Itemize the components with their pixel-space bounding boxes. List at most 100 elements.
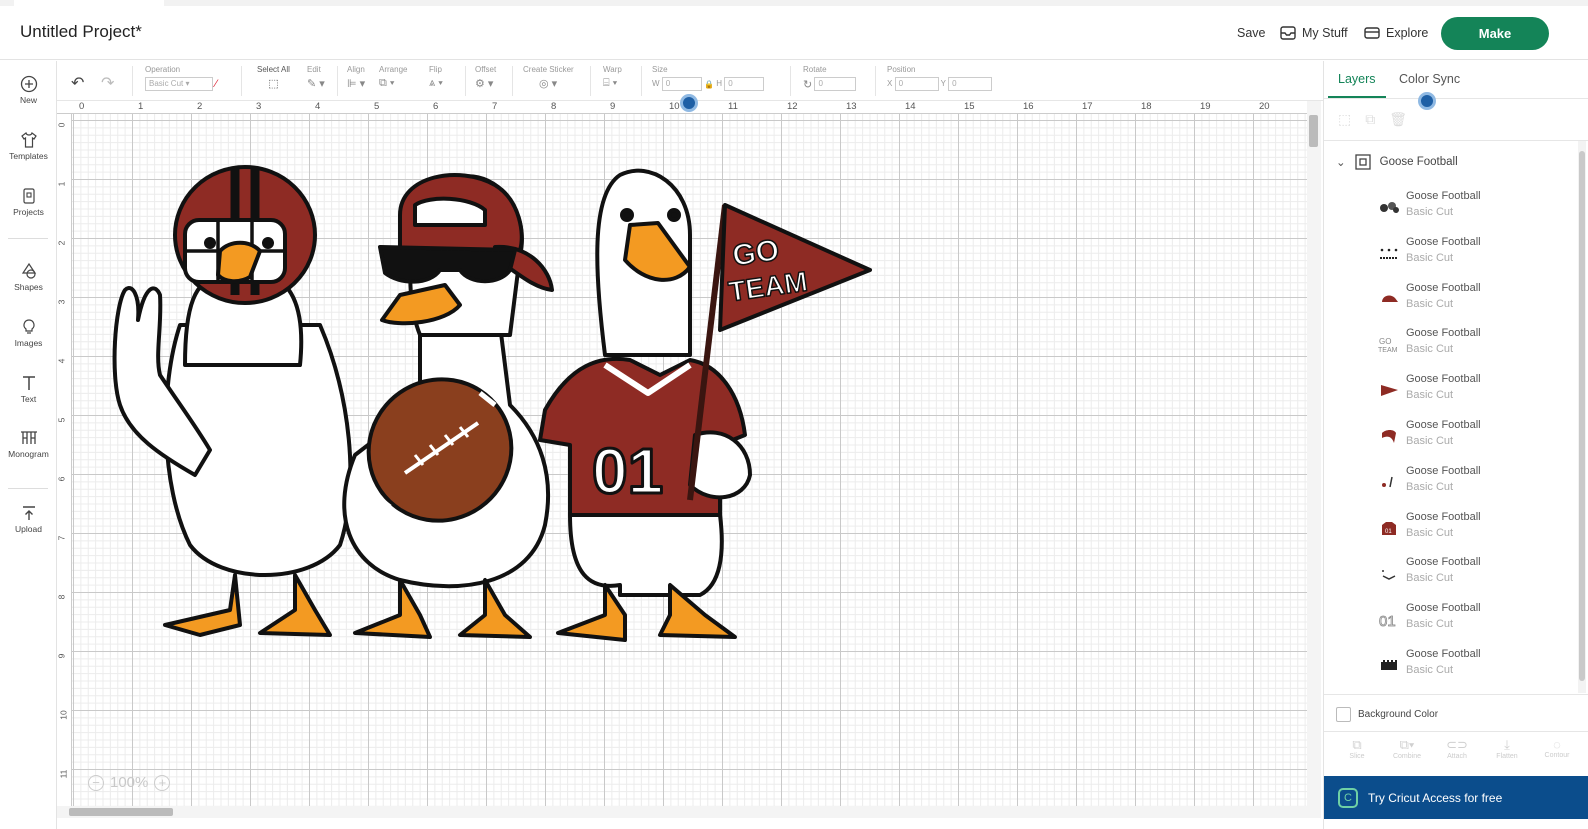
- width-input[interactable]: 0: [661, 77, 702, 91]
- layer-thumbnail: [1382, 430, 1396, 443]
- zoom-control: − 100% +: [88, 774, 171, 791]
- sidebar-item-text[interactable]: Text: [0, 374, 57, 404]
- lock-icon[interactable]: 🔒: [704, 80, 714, 89]
- sidebar-label-shapes: Shapes: [14, 282, 43, 292]
- explore-icon: [1364, 27, 1380, 39]
- contour-label: Contour: [1544, 752, 1570, 759]
- attach-button[interactable]: ⊂⊃ Attach: [1435, 737, 1479, 760]
- layer-thumbnail: 01: [1382, 521, 1396, 535]
- cricut-access-icon: C: [1338, 787, 1358, 808]
- layer-item[interactable]: Goose Football Basic Cut: [1378, 465, 1578, 505]
- layer-item[interactable]: 01 Goose Football Basic Cut: [1378, 602, 1578, 642]
- goose-sunglasses[interactable]: [341, 173, 554, 639]
- ruler-top-tick: 13: [846, 101, 857, 112]
- group-icon[interactable]: ⬚: [1338, 111, 1351, 128]
- operation-select[interactable]: Basic Cut ▾: [145, 77, 213, 91]
- toolbar-divider: [465, 66, 466, 96]
- goose-helmet[interactable]: [112, 165, 353, 637]
- layer-item[interactable]: 01 Goose Football Basic Cut: [1378, 511, 1578, 551]
- sidebar-label-upload: Upload: [15, 524, 42, 534]
- layer-group-row[interactable]: ⌄ Goose Football: [1336, 153, 1458, 171]
- edit-group[interactable]: Edit ✎ ▾: [307, 65, 325, 90]
- layer-operation: Basic Cut: [1406, 297, 1454, 310]
- svg-text:01: 01: [1379, 613, 1396, 630]
- offset-label: Offset: [475, 65, 497, 74]
- offset-group[interactable]: Offset ⚙ ▾: [475, 65, 496, 90]
- panel-scroll-thumb[interactable]: [1579, 151, 1585, 681]
- tab-color-sync[interactable]: Color Sync: [1399, 72, 1460, 86]
- select-all-group[interactable]: Select All ⬚: [257, 65, 290, 90]
- zoom-in-button[interactable]: +: [154, 774, 171, 791]
- tab-layers[interactable]: Layers: [1338, 72, 1376, 86]
- delete-icon[interactable]: 🗑: [1389, 111, 1407, 128]
- cricut-access-banner[interactable]: C Try Cricut Access for free: [1324, 776, 1588, 819]
- sidebar-item-shapes[interactable]: Shapes: [0, 262, 57, 292]
- layer-item[interactable]: Goose Football Basic Cut: [1378, 556, 1578, 596]
- layer-operation: Basic Cut: [1406, 618, 1454, 631]
- left-sidebar: New Templates Projects Shapes Images Tex…: [0, 61, 57, 829]
- linetype-color-icon[interactable]: ⁄: [215, 78, 217, 90]
- combine-button[interactable]: ⧉▾ Combine: [1385, 737, 1429, 760]
- sidebar-item-new[interactable]: New: [0, 75, 57, 105]
- layer-name: Goose Football: [1406, 464, 1481, 477]
- y-input[interactable]: 0: [948, 77, 993, 91]
- rotate-input[interactable]: 0: [814, 77, 857, 91]
- background-color-row[interactable]: Background Color: [1336, 707, 1438, 722]
- warp-group[interactable]: Warp ⌸ ▾: [603, 65, 622, 90]
- sidebar-item-templates[interactable]: Templates: [0, 131, 57, 161]
- panel-scrollbar[interactable]: [1578, 141, 1586, 693]
- operation-label: Operation: [145, 65, 181, 74]
- layer-item[interactable]: Goose Football Basic Cut: [1378, 419, 1578, 459]
- offset-icon: ⚙ ▾: [475, 78, 494, 90]
- contour-button[interactable]: ◌ Contour: [1535, 737, 1579, 760]
- my-stuff-button[interactable]: My Stuff: [1280, 26, 1348, 40]
- redo-icon[interactable]: ↷: [101, 73, 114, 93]
- canvas-horizontal-scrollbar[interactable]: [57, 806, 1321, 818]
- layer-item[interactable]: Goose Football Basic Cut: [1378, 236, 1578, 276]
- project-title[interactable]: Untitled Project*: [20, 22, 142, 42]
- slice-button[interactable]: ⧉ Slice: [1335, 737, 1379, 760]
- height-input[interactable]: 0: [724, 77, 765, 91]
- sidebar-divider: [8, 238, 48, 239]
- save-button[interactable]: Save: [1237, 26, 1266, 40]
- goose-jersey[interactable]: 01 GO TEAM: [538, 168, 872, 642]
- sidebar-item-monogram[interactable]: Monogram: [0, 429, 57, 459]
- ruler-left-tick: 6: [56, 476, 67, 482]
- svg-text:TEAM: TEAM: [1378, 347, 1398, 354]
- make-button[interactable]: Make: [1441, 17, 1549, 50]
- layer-item[interactable]: Goose Football Basic Cut: [1378, 648, 1578, 688]
- goose-football-artwork[interactable]: 01 GO TEAM: [100, 155, 880, 655]
- layer-item[interactable]: GO TEAM Goose Football Basic Cut: [1378, 327, 1578, 367]
- align-group[interactable]: Align ⊫ ▾: [347, 65, 365, 90]
- ruler-left-tick: 11: [58, 769, 69, 779]
- layer-operation: Basic Cut: [1406, 435, 1454, 447]
- warp-label: Warp: [603, 65, 622, 74]
- layer-item[interactable]: Goose Football Basic Cut: [1378, 190, 1578, 230]
- save-label: Save: [1237, 26, 1266, 40]
- create-sticker-group[interactable]: Create Sticker ◎ ▾: [523, 65, 574, 90]
- sidebar-item-projects[interactable]: Projects: [0, 187, 57, 217]
- layer-item[interactable]: Goose Football Basic Cut: [1378, 373, 1578, 413]
- flip-group[interactable]: Flip ⩓ ▾: [429, 65, 443, 90]
- monogram-icon: [20, 431, 37, 444]
- arrange-group[interactable]: Arrange ⧉ ▾: [379, 65, 407, 90]
- hscroll-thumb[interactable]: [69, 808, 173, 816]
- canvas-vertical-scrollbar[interactable]: [1307, 101, 1321, 806]
- ruler-top-tick: 18: [1141, 101, 1152, 112]
- explore-button[interactable]: Explore: [1364, 26, 1428, 40]
- sidebar-item-images[interactable]: Images: [0, 318, 57, 348]
- duplicate-icon[interactable]: ⧉: [1365, 111, 1375, 128]
- undo-icon[interactable]: ↶: [71, 73, 84, 93]
- layer-operation: Basic Cut: [1406, 480, 1454, 493]
- sidebar-label-images: Images: [14, 338, 43, 348]
- flatten-button[interactable]: ⤓ Flatten: [1485, 737, 1529, 760]
- sidebar-item-upload[interactable]: Upload: [0, 504, 57, 534]
- toolbar-divider: [241, 66, 242, 96]
- chevron-down-icon[interactable]: ⌄: [1336, 155, 1346, 169]
- layer-name: Goose Football: [1406, 510, 1481, 523]
- vscroll-thumb[interactable]: [1309, 115, 1318, 147]
- layer-item[interactable]: Goose Football Basic Cut: [1378, 282, 1578, 322]
- zoom-out-button[interactable]: −: [88, 774, 104, 791]
- x-input[interactable]: 0: [894, 77, 939, 91]
- background-color-checkbox[interactable]: [1336, 707, 1351, 722]
